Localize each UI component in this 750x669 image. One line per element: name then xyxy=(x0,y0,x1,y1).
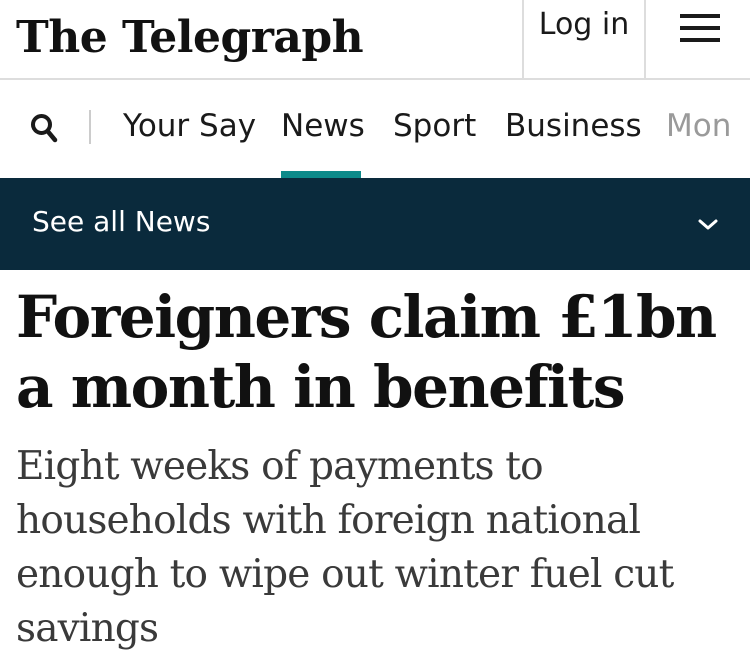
nav-item-money[interactable]: Mon xyxy=(666,104,731,148)
top-bar: The Telegraph Log in xyxy=(0,0,750,80)
article-standfirst: Eight weeks of payments to households wi… xyxy=(16,444,674,651)
menu-button[interactable] xyxy=(644,0,750,78)
nav-item-business[interactable]: Business xyxy=(505,104,642,148)
hamburger-icon-line xyxy=(680,26,720,30)
search-icon[interactable] xyxy=(30,113,58,143)
nav-divider xyxy=(89,110,91,144)
chevron-down-icon xyxy=(698,219,718,230)
login-button[interactable]: Log in xyxy=(522,0,644,78)
hamburger-icon xyxy=(680,14,720,18)
telegraph-logo[interactable]: The Telegraph xyxy=(16,8,364,68)
see-all-news-label: See all News xyxy=(32,205,211,238)
hamburger-icon-line xyxy=(680,38,720,42)
article-headline: Foreigners claim £1bn a month in benefit… xyxy=(16,283,717,421)
nav-item-sport[interactable]: Sport xyxy=(393,104,476,148)
section-nav: Your Say News Sport Business Mon xyxy=(0,80,750,178)
nav-item-news[interactable]: News xyxy=(281,104,365,148)
active-tab-indicator xyxy=(281,171,361,178)
nav-item-your-say[interactable]: Your Say xyxy=(123,104,256,148)
see-all-news-bar[interactable]: See all News xyxy=(0,178,750,270)
